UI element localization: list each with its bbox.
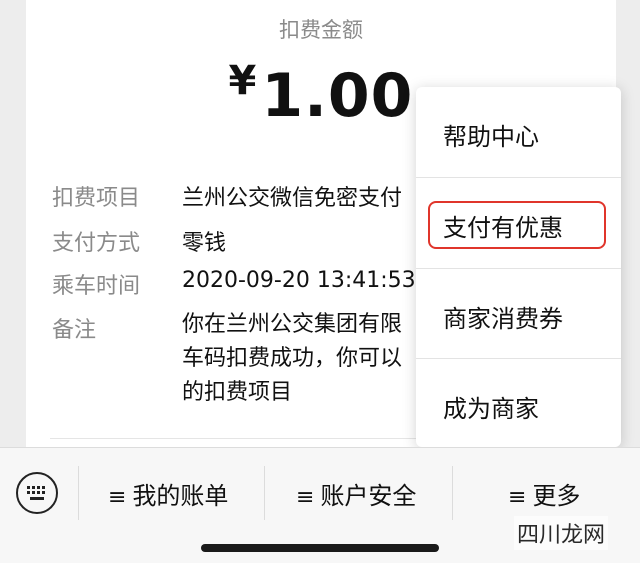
detail-value: 兰州公交微信免密支付 [182,186,403,211]
detail-value: 2020-09-20 13:41:53 [182,268,416,293]
note-line: 你在兰州公交集团有限 [182,312,403,337]
menu-icon: ≡ [508,485,527,510]
tab-account-security[interactable]: ≡ 账户安全 [296,476,416,511]
highlight-box [428,201,606,249]
menu-item-merchant-coupons[interactable]: 商家消费券 [416,269,621,359]
tab-divider [78,466,79,520]
detail-value: 零钱 [182,231,227,256]
menu-item-label: 商家消费券 [443,305,563,333]
menu-item-become-merchant[interactable]: 成为商家 [416,359,621,449]
keyboard-icon[interactable] [16,472,58,514]
tab-more[interactable]: ≡ 更多 [508,476,580,511]
tab-my-bills[interactable]: ≡ 我的账单 [108,476,228,511]
detail-key: 扣费项目 [52,186,141,211]
tab-label: 我的账单 [132,482,229,510]
tab-label: 账户安全 [320,482,417,510]
currency-symbol: ¥ [228,58,258,104]
more-menu: 帮助中心 支付有优惠 商家消费券 成为商家 [416,87,621,447]
detail-key: 支付方式 [52,231,141,256]
watermark-logo: 四川龙网 [514,516,609,550]
menu-item-label: 成为商家 [443,395,539,423]
tab-label: 更多 [532,482,581,510]
note-line: 车码扣费成功，你可以 [182,346,403,371]
note-line: 的扣费项目 [182,380,293,405]
menu-icon: ≡ [108,485,127,510]
amount-label: 扣费金额 [279,18,363,42]
tab-divider [264,466,265,520]
home-indicator[interactable] [201,544,439,552]
menu-item-label: 帮助中心 [443,123,539,151]
amount-number: 1.00 [261,61,414,131]
menu-item-help-center[interactable]: 帮助中心 [416,87,621,177]
menu-icon: ≡ [296,485,315,510]
tab-divider [452,466,453,520]
detail-key: 乘车时间 [52,274,141,299]
detail-key: 备注 [52,318,97,343]
